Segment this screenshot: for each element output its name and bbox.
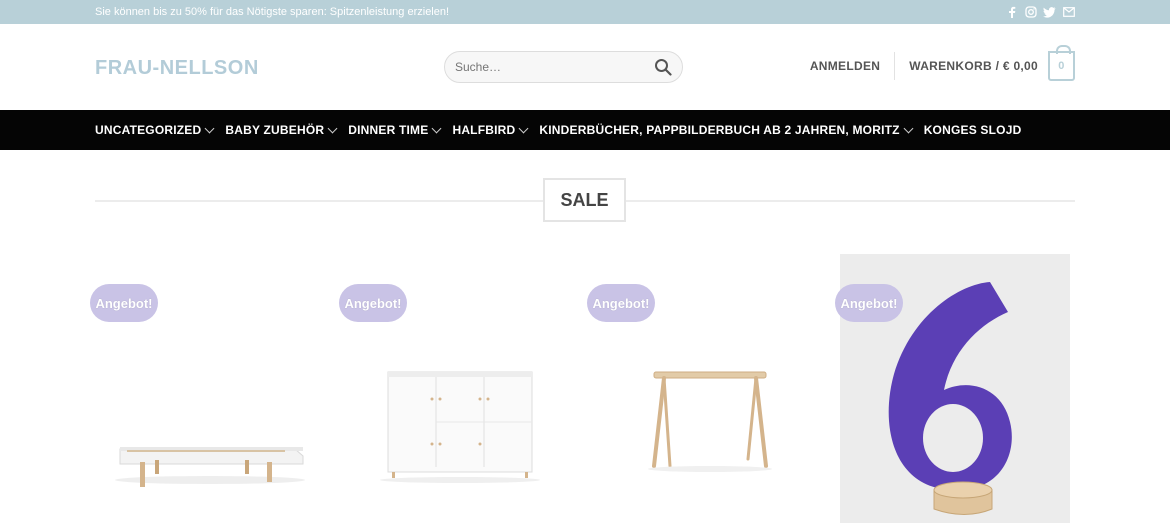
- chevron-down-icon: [204, 123, 215, 133]
- header-divider: [894, 52, 896, 80]
- section-title: SALE: [543, 178, 626, 222]
- site-header: FRAU-NELLSON ANMELDEN WARENKORB / € 0,00…: [0, 24, 1170, 110]
- chevron-down-icon: [903, 123, 914, 133]
- top-announcement-bar: Sie können bis zu 50% für das Nötigste s…: [0, 0, 1170, 24]
- sale-badge: Angebot!: [90, 284, 158, 322]
- nav-item-label: KINDERBÜCHER, PAPPBILDERBUCH AB 2 JAHREN…: [539, 123, 900, 137]
- sale-badge: Angebot!: [835, 284, 903, 322]
- chevron-down-icon: [432, 123, 442, 133]
- chevron-down-icon: [518, 123, 529, 133]
- chevron-down-icon: [327, 123, 338, 133]
- email-icon[interactable]: [1062, 6, 1075, 19]
- twitter-icon[interactable]: [1043, 6, 1056, 19]
- product-card[interactable]: Angebot!: [90, 254, 325, 523]
- nav-item-label: DINNER TIME: [348, 123, 429, 137]
- nav-item-label: KONGES SLOJD: [923, 123, 1022, 137]
- nav-item-dinner-time[interactable]: DINNER TIME: [348, 123, 442, 137]
- nav-item-kinderbuecher[interactable]: KINDERBÜCHER, PAPPBILDERBUCH AB 2 JAHREN…: [539, 123, 914, 137]
- product-grid: Angebot! Angebot! Angebot! Angebot!: [0, 250, 1170, 523]
- announcement-text: Sie können bis zu 50% für das Nötigste s…: [95, 6, 450, 18]
- instagram-icon[interactable]: [1024, 6, 1037, 19]
- nav-item-baby-zubehoer[interactable]: BABY ZUBEHÖR: [225, 123, 338, 137]
- nav-item-label: UNCATEGORIZED: [95, 123, 202, 137]
- main-navigation: UNCATEGORIZED BABY ZUBEHÖR DINNER TIME H…: [0, 110, 1170, 150]
- nav-item-konges-slojd[interactable]: KONGES SLOJD: [924, 123, 1022, 137]
- cart-link[interactable]: WARENKORB / € 0,00: [909, 59, 1048, 73]
- cart-count-icon[interactable]: 0: [1048, 45, 1075, 81]
- sale-badge: Angebot!: [587, 284, 655, 322]
- nav-item-uncategorized[interactable]: UNCATEGORIZED: [95, 123, 215, 137]
- facebook-icon[interactable]: [1005, 6, 1018, 19]
- site-logo[interactable]: FRAU-NELLSON: [95, 57, 259, 80]
- sale-badge: Angebot!: [339, 284, 407, 322]
- nav-item-label: BABY ZUBEHÖR: [225, 123, 325, 137]
- search-input[interactable]: [455, 60, 654, 74]
- social-links: [1005, 6, 1075, 19]
- sale-section-header: SALE: [0, 150, 1170, 250]
- product-card[interactable]: Angebot!: [339, 254, 574, 523]
- search-box: [444, 51, 683, 83]
- header-account-cart: ANMELDEN WARENKORB / € 0,00 0: [810, 45, 1075, 83]
- search-icon[interactable]: [654, 58, 672, 76]
- product-card[interactable]: Angebot!: [587, 254, 822, 523]
- product-card[interactable]: Angebot!: [835, 254, 1070, 523]
- nav-item-halfbird[interactable]: HALFBIRD: [452, 123, 529, 137]
- login-link[interactable]: ANMELDEN: [810, 59, 894, 73]
- nav-item-label: HALFBIRD: [452, 123, 516, 137]
